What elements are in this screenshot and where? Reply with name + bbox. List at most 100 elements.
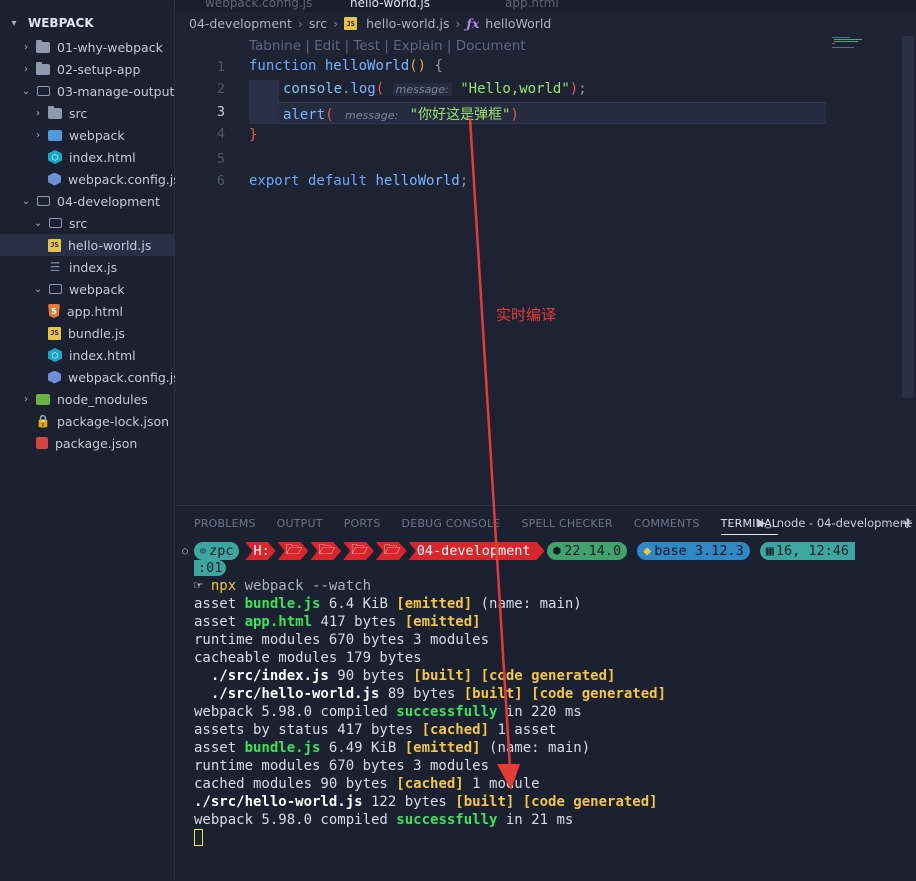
prompt-user: ⊙ zpc [194,542,240,560]
folder-icon [48,128,62,142]
sidebar-item-label: package-lock.json [57,413,170,429]
lock-icon: 🔒 [35,414,51,428]
minimap[interactable] [830,36,870,50]
code-line-1[interactable]: function helloWorld() { [249,58,443,74]
folder-open-icon: 🗁 [278,542,309,560]
inlay-hint: message: [392,83,452,96]
terminal-output-line: runtime modules 670 bytes 3 modules [194,758,489,774]
editor-scrollbar[interactable] [902,36,914,398]
terminal-output-line: cached modules 90 bytes [cached] 1 modul… [194,776,540,792]
sidebar-item-label: bundle.js [68,325,125,341]
sidebar-item-label: webpack [69,281,125,297]
function-icon: ƒx [466,16,480,31]
sidebar-item-label: webpack.config.js [68,171,180,187]
prompt-path-text: 04-development [416,543,531,559]
webpack-folder-icon [48,129,62,141]
sidebar-item-package-lock-json[interactable]: 🔒 package-lock.json [0,410,194,432]
annotation-label: 实时编译 [496,306,557,324]
code-line-2[interactable]: console.log( message: "Hello,world"); [283,81,587,97]
tab-problems[interactable]: PROBLEMS [194,517,256,535]
folder-open-icon [48,282,62,296]
terminal-output-line: webpack 5.98.0 compiled successfully in … [194,704,582,720]
chevron-right-icon: › [24,41,28,53]
terminal-text: runtime modules 670 bytes 3 modules [194,758,490,774]
terminal-text: successfully [396,812,498,828]
sidebar-item-label: package.json [55,435,138,451]
line-number: 1 [216,59,225,75]
prompt-python-text: base 3.12.3 [654,543,744,559]
terminal-icon: ▶_ [758,517,771,529]
sidebar-item-label: index.html [69,347,136,363]
prompt-arrow-icon: ☞ [194,578,211,594]
folder-icon [48,105,62,120]
sidebar-item-label: index.html [69,149,136,165]
terminal-text: cached modules 90 bytes [194,776,397,792]
terminal-output-line: asset app.html 417 bytes [emitted] [194,614,481,630]
explorer-section-header[interactable]: ▾ WEBPACK [8,16,93,30]
chevron-down-icon: ⌄ [33,283,43,295]
sidebar-item-node-modules[interactable]: › node_modules [0,388,194,410]
terminal-text: app.html [244,614,313,630]
folder-open-icon [36,194,50,208]
tab-app-html[interactable]: app.html [505,0,559,12]
tab-hello-world[interactable]: hello-world.js [350,0,430,12]
terminal-output-line: ./src/index.js 90 bytes [built] [code ge… [194,668,616,684]
folder-open-icon: 🗁 [376,542,407,560]
function-name: helloWorld [324,58,410,74]
terminal-command: npx webpack --watch [210,578,372,594]
folder-icon [36,61,50,76]
terminal-text: (name: main) [480,740,591,756]
sidebar-item-package-json[interactable]: package.json [0,432,194,454]
terminal-text: webpack 5.98.0 compiled [194,812,397,828]
js-file-icon: JS [344,17,358,30]
explorer-sidebar: ▾ WEBPACK › 01-why-webpack › 02-setup-app ⌄ 0… [0,0,222,880]
terminal-text: assets by status 417 bytes [194,722,422,738]
terminal-text: [built] [code generated] [455,794,658,810]
closing-brace: } [249,127,258,143]
terminal-instance[interactable]: ▶_ node - 04-development [758,516,912,530]
code-line-6[interactable]: export default helloWorld; [249,173,468,189]
editor-tab-bar: webpack.config.js hello-world.js app.htm… [175,0,916,12]
terminal-output-line: asset bundle.js 6.49 KiB [emitted] (name… [194,740,590,756]
function-name: helloWorld [375,173,460,189]
sidebar-item-label: src [69,105,88,121]
folder-icon [36,39,50,54]
tab-spell-checker[interactable]: SPELL CHECKER [521,517,612,535]
sidebar-item-label: src [69,215,88,231]
code-line-3[interactable]: alert( message: "你好这是弹框") [283,104,519,124]
tab-ports[interactable]: PORTS [344,517,381,535]
tab-debug-console[interactable]: DEBUG CONSOLE [402,517,501,535]
bottom-panel: PROBLEMS OUTPUT PORTS DEBUG CONSOLE SPEL… [175,505,916,881]
code-line-4[interactable]: } [249,127,257,143]
breadcrumb-file[interactable]: hello-world.js [366,16,449,31]
prompt-path: 04-development [409,542,545,560]
breadcrumb-src[interactable]: src [309,16,327,31]
editor-area: webpack.config.js hello-world.js app.htm… [175,0,916,505]
terminal-text: [cached] [396,776,464,792]
breadcrumb-symbol[interactable]: helloWorld [485,16,551,31]
index-file-icon: ☰ [49,260,61,274]
string-literal: "你好这是弹框" [409,107,511,123]
tab-webpack-config[interactable]: webpack.config.js [205,0,312,12]
sidebar-item-04-development[interactable]: ⌄ 04-development [0,190,194,212]
breadcrumb-folder[interactable]: 04-development [189,16,292,31]
codelens-actions[interactable]: Tabnine | Edit | Test | Explain | Docume… [249,38,526,54]
sidebar-item-02-setup-app[interactable]: › 02-setup-app [0,58,194,80]
terminal-text: 1 asset [489,722,557,738]
sidebar-item-label: 01-why-webpack [57,39,163,55]
tab-comments[interactable]: COMMENTS [634,517,700,535]
prompt-time-continuation: :01 [194,560,227,576]
terminal-text: [emitted] [396,596,473,612]
tab-output[interactable]: OUTPUT [277,517,323,535]
folder-open-icon: 🗁 [343,542,374,560]
new-terminal-button[interactable]: + [901,514,914,532]
terminal-text: [emitted] [404,614,481,630]
sidebar-item-03-manage-output[interactable]: ⌄ 03-manage-output [0,80,194,102]
terminal-text: cacheable modules 179 bytes [194,650,422,666]
sidebar-item-01-why-webpack[interactable]: › 01-why-webpack [0,36,194,58]
terminal-text: ./src/hello-world.js [194,686,380,702]
breadcrumb: 04-development › src › JS hello-world.js… [189,16,551,31]
terminal-output-line: ./src/hello-world.js 89 bytes [built] [c… [194,686,666,702]
sidebar-item-label: app.html [67,303,123,319]
terminal-text: asset [194,614,245,630]
